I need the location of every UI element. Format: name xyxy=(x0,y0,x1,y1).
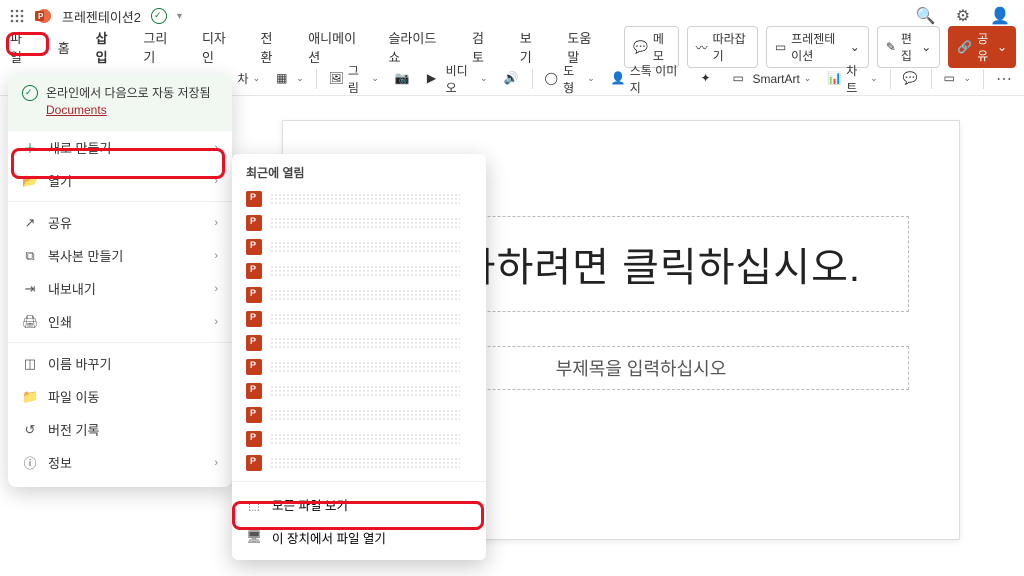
recent-file[interactable] xyxy=(232,283,486,307)
toolbar-table[interactable]: ▦⌄ xyxy=(272,71,308,87)
tab-draw[interactable]: 그리기 xyxy=(141,24,178,70)
settings-icon[interactable]: ⚙ xyxy=(956,6,970,26)
presentation-icon xyxy=(246,431,262,447)
sync-status-icon xyxy=(151,8,167,24)
recent-file[interactable] xyxy=(232,307,486,331)
presentation-icon xyxy=(246,311,262,327)
menu-move[interactable]: 📁파일 이동 xyxy=(8,380,232,413)
toolbar-picture[interactable]: 🖼그림⌄ xyxy=(325,62,383,96)
recent-file[interactable] xyxy=(232,331,486,355)
toolbar-comment-icon[interactable]: 💬 xyxy=(899,71,923,87)
menu-open[interactable]: 📂열기› xyxy=(8,164,232,197)
view-all-files[interactable]: ⬚모든 파일 보기 xyxy=(232,488,486,521)
menu-rename[interactable]: ◫이름 바꾸기 xyxy=(8,347,232,380)
toolbar-video[interactable]: ▶비디오⌄ xyxy=(423,62,492,96)
presentation-icon xyxy=(246,263,262,279)
tab-home[interactable]: 홈 xyxy=(56,34,72,61)
cube-icon: ⬚ xyxy=(246,497,262,512)
autosave-banner: 온라인에서 다음으로 자동 저장됨 Documents xyxy=(8,74,232,131)
open-from-device[interactable]: 🖥이 장치에서 파일 열기 xyxy=(232,521,486,554)
recent-file[interactable] xyxy=(232,451,486,475)
recent-file[interactable] xyxy=(232,235,486,259)
sync-icon xyxy=(22,85,38,101)
presentation-icon xyxy=(246,287,262,303)
edit-button[interactable]: ✎ 편집 ⌄ xyxy=(877,26,940,68)
toolbar-camera-icon[interactable]: 📷 xyxy=(391,71,415,87)
menu-history[interactable]: ↺버전 기록 xyxy=(8,413,232,446)
title-chevron-icon[interactable]: ▾ xyxy=(177,11,182,22)
presentation-icon xyxy=(246,359,262,375)
recent-file[interactable] xyxy=(232,427,486,451)
document-title[interactable]: 프레젠테이션2 xyxy=(62,7,141,26)
toolbar-chart[interactable]: 📊차트⌄ xyxy=(823,62,881,96)
toolbar-stock[interactable]: 👤스톡 이미지 xyxy=(607,62,689,96)
toolbar-audio-icon[interactable]: 🔊 xyxy=(500,71,524,87)
toolbar-textbox-icon[interactable]: ▭⌄ xyxy=(940,71,976,87)
open-submenu-panel: 최근에 열림 ⬚모든 파일 보기 🖥이 장치에서 파일 열기 xyxy=(232,154,486,560)
file-menu-panel: 온라인에서 다음으로 자동 저장됨 Documents ＋새로 만들기› 📂열기… xyxy=(8,74,232,487)
recent-file[interactable] xyxy=(232,259,486,283)
toolbar-overflow[interactable]: ⋯ xyxy=(992,69,1016,89)
menu-new[interactable]: ＋새로 만들기› xyxy=(8,131,232,164)
recent-file[interactable] xyxy=(232,379,486,403)
follow-button[interactable]: 〰 따라잡기 xyxy=(687,26,758,68)
recent-header: 최근에 열림 xyxy=(232,164,486,187)
tab-design[interactable]: 디자인 xyxy=(200,24,237,70)
presentation-icon xyxy=(246,335,262,351)
tab-transitions[interactable]: 전환 xyxy=(259,24,285,70)
toolbar-typography[interactable]: 차⌄ xyxy=(234,70,265,87)
menu-info[interactable]: ⓘ정보› xyxy=(8,446,232,479)
recent-file[interactable] xyxy=(232,403,486,427)
share-button[interactable]: 🔗 공유 ⌄ xyxy=(948,26,1016,68)
menu-print[interactable]: 🖨인쇄› xyxy=(8,305,232,338)
menu-export[interactable]: ⇥내보내기› xyxy=(8,272,232,305)
powerpoint-icon: P xyxy=(34,7,52,25)
recent-file[interactable] xyxy=(232,211,486,235)
recent-file[interactable] xyxy=(232,355,486,379)
tab-file[interactable]: 파일 xyxy=(8,24,34,70)
device-icon: 🖥 xyxy=(246,530,262,545)
toolbar-shapes[interactable]: ◯도형⌄ xyxy=(541,62,599,96)
search-icon[interactable]: 🔍 xyxy=(916,6,936,26)
tab-insert[interactable]: 삽입 xyxy=(94,24,120,70)
account-icon[interactable]: 👤 xyxy=(990,6,1010,26)
presentation-icon xyxy=(246,191,262,207)
menu-share[interactable]: ↗공유› xyxy=(8,206,232,239)
app-launcher-icon[interactable] xyxy=(10,9,24,23)
toolbar-icons-icon[interactable]: ✦ xyxy=(696,71,720,87)
svg-text:P: P xyxy=(38,12,44,21)
recent-file[interactable] xyxy=(232,187,486,211)
presentation-icon xyxy=(246,239,262,255)
presentation-icon xyxy=(246,455,262,471)
presentation-icon xyxy=(246,383,262,399)
documents-link[interactable]: Documents xyxy=(46,103,107,117)
presentation-icon xyxy=(246,407,262,423)
menu-copy[interactable]: ⧉복사본 만들기› xyxy=(8,239,232,272)
presentation-icon xyxy=(246,215,262,231)
toolbar-smartart[interactable]: ▭SmartArt⌄ xyxy=(728,71,815,87)
